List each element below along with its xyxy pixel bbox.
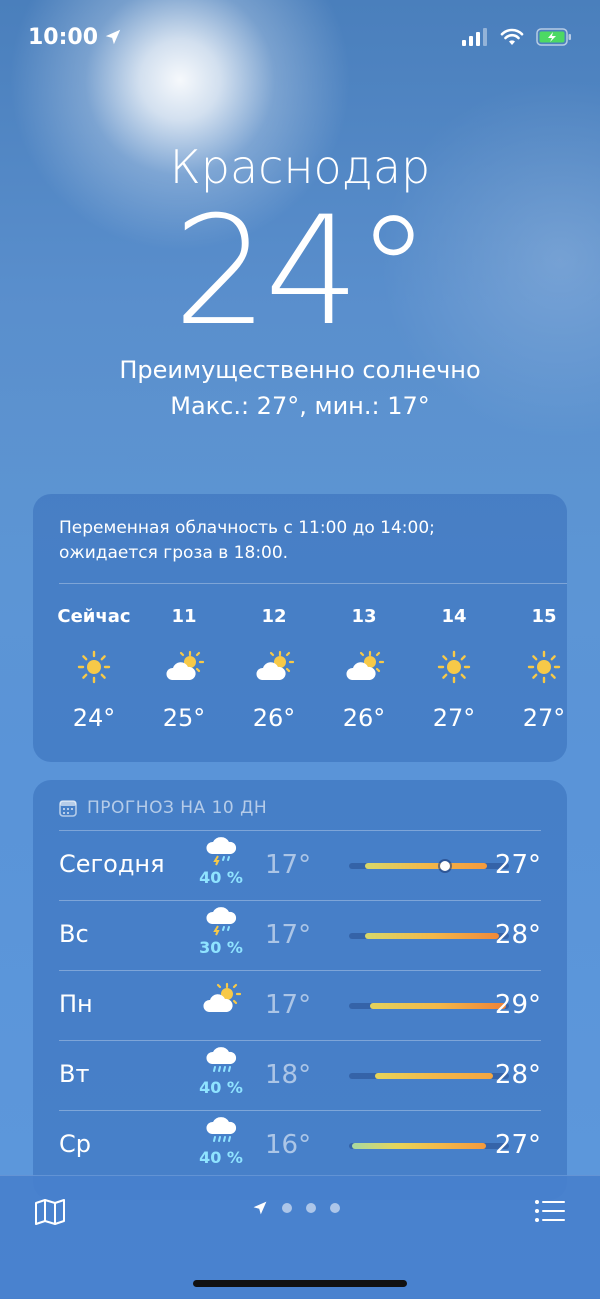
hour-label: 14 xyxy=(441,606,467,627)
temp-range-fill xyxy=(365,933,499,939)
row-divider xyxy=(59,1040,541,1041)
calendar-icon xyxy=(59,800,77,817)
rain-icon: 40 % xyxy=(191,1116,251,1167)
page-dot[interactable] xyxy=(330,1203,340,1213)
location-arrow-icon xyxy=(105,29,121,45)
status-time: 10:00 xyxy=(28,25,122,50)
hour-temp: 26° xyxy=(252,704,296,732)
precip-chance: 40 % xyxy=(199,868,243,887)
hour-item: 11 25° xyxy=(139,606,229,732)
location-arrow-icon xyxy=(253,1201,267,1215)
day-label: Пн xyxy=(59,990,93,1018)
precip-chance: 40 % xyxy=(199,1078,243,1097)
high-temp: 27° xyxy=(494,1130,541,1160)
partly-cloudy-icon xyxy=(229,650,319,690)
high-temp: 28° xyxy=(494,920,541,950)
clock-text: 10:00 xyxy=(28,24,99,50)
battery-charging-icon xyxy=(536,28,571,46)
day-label: Сегодня xyxy=(59,850,165,878)
row-divider xyxy=(59,900,541,901)
temp-range-fill xyxy=(352,1143,486,1149)
hour-label: 12 xyxy=(261,606,287,627)
hour-item: 15 27° xyxy=(499,606,567,732)
high-temp: 27° xyxy=(494,850,541,880)
sun-icon xyxy=(409,650,499,690)
row-divider xyxy=(59,830,541,831)
temp-range-bar xyxy=(349,1143,509,1149)
wifi-icon xyxy=(500,28,524,45)
home-indicator[interactable] xyxy=(193,1280,407,1287)
status-bar: 10:00 xyxy=(28,22,572,52)
forecast-summary: Переменная облачность с 11:00 до 14:00; … xyxy=(59,516,539,566)
day-label: Ср xyxy=(59,1130,91,1158)
hour-label: 13 xyxy=(351,606,377,627)
hour-temp: 26° xyxy=(342,704,386,732)
divider xyxy=(59,583,567,584)
thunderstorm-icon: 30 % xyxy=(191,906,251,957)
hourly-forecast-card[interactable]: Переменная облачность с 11:00 до 14:00; … xyxy=(33,494,567,762)
partly-cloudy-icon xyxy=(319,650,409,690)
hour-temp: 24° xyxy=(72,704,116,732)
low-temp: 16° xyxy=(265,1130,312,1160)
forecast-row[interactable]: Пн 17° 29° xyxy=(59,970,541,1040)
partly-cloudy-icon xyxy=(191,976,251,1018)
forecast-row[interactable]: Вс 30 % 17° 28° xyxy=(59,900,541,970)
map-icon[interactable] xyxy=(34,1198,66,1226)
temp-range-bar xyxy=(349,1003,509,1009)
forecast-row[interactable]: Вт 40 % 18° 28° xyxy=(59,1040,541,1110)
temp-range-bar xyxy=(349,933,509,939)
low-temp: 17° xyxy=(265,920,312,950)
hour-temp: 27° xyxy=(432,704,476,732)
high-low-text: Макс.: 27°, мин.: 17° xyxy=(170,392,430,420)
low-temp: 17° xyxy=(265,850,312,880)
page-dot[interactable] xyxy=(306,1203,316,1213)
current-temp-dot xyxy=(440,861,450,871)
list-icon[interactable] xyxy=(534,1198,566,1224)
hour-label: Сейчас xyxy=(57,606,131,627)
hour-label: 15 xyxy=(531,606,557,627)
forecast-row[interactable]: Сегодня 40 % 17° 27° xyxy=(59,830,541,900)
hourly-strip[interactable]: Сейчас 24° 11 25° 12 26° 13 26° 14 27° 1… xyxy=(33,606,567,746)
condition-text: Преимущественно солнечно xyxy=(119,356,481,384)
summary-line-2: ожидается гроза в 18:00. xyxy=(59,543,289,563)
temp-range-fill xyxy=(370,1003,506,1009)
bottom-toolbar xyxy=(0,1175,600,1299)
rain-icon: 40 % xyxy=(191,1046,251,1097)
row-divider xyxy=(59,970,541,971)
signal-icon xyxy=(462,28,487,46)
hour-item: Сейчас 24° xyxy=(49,606,139,732)
sun-icon xyxy=(49,650,139,690)
sun-icon xyxy=(499,650,567,690)
high-temp: 28° xyxy=(494,1060,541,1090)
page-dot[interactable] xyxy=(282,1203,292,1213)
page-indicator[interactable] xyxy=(252,1200,340,1216)
current-temperature: 24° xyxy=(173,185,431,359)
low-temp: 18° xyxy=(265,1060,312,1090)
temp-range-bar xyxy=(349,861,509,871)
hour-item: 13 26° xyxy=(319,606,409,732)
day-label: Вт xyxy=(59,1060,90,1088)
summary-line-1: Переменная облачность с 11:00 до 14:00; xyxy=(59,518,435,538)
day-label: Вс xyxy=(59,920,89,948)
precip-chance: 40 % xyxy=(199,1148,243,1167)
ten-day-title: ПРОГНОЗ НА 10 ДН xyxy=(87,798,268,818)
temp-range-fill xyxy=(365,863,487,869)
hour-temp: 25° xyxy=(162,704,206,732)
forecast-row[interactable]: Ср 40 % 16° 27° xyxy=(59,1110,541,1180)
hour-label: 11 xyxy=(171,606,197,627)
high-temp: 29° xyxy=(494,990,541,1020)
precip-chance: 30 % xyxy=(199,938,243,957)
row-divider xyxy=(59,1110,541,1111)
temp-range-fill xyxy=(375,1073,493,1079)
hour-item: 14 27° xyxy=(409,606,499,732)
thunderstorm-icon: 40 % xyxy=(191,836,251,887)
partly-cloudy-icon xyxy=(139,650,229,690)
temp-range-bar xyxy=(349,1073,509,1079)
low-temp: 17° xyxy=(265,990,312,1020)
hour-item: 12 26° xyxy=(229,606,319,732)
ten-day-header: ПРОГНОЗ НА 10 ДН xyxy=(59,798,267,818)
ten-day-forecast-card[interactable]: ПРОГНОЗ НА 10 ДН Сегодня 40 % 17° 27° Вс… xyxy=(33,780,567,1200)
hour-temp: 27° xyxy=(522,704,566,732)
